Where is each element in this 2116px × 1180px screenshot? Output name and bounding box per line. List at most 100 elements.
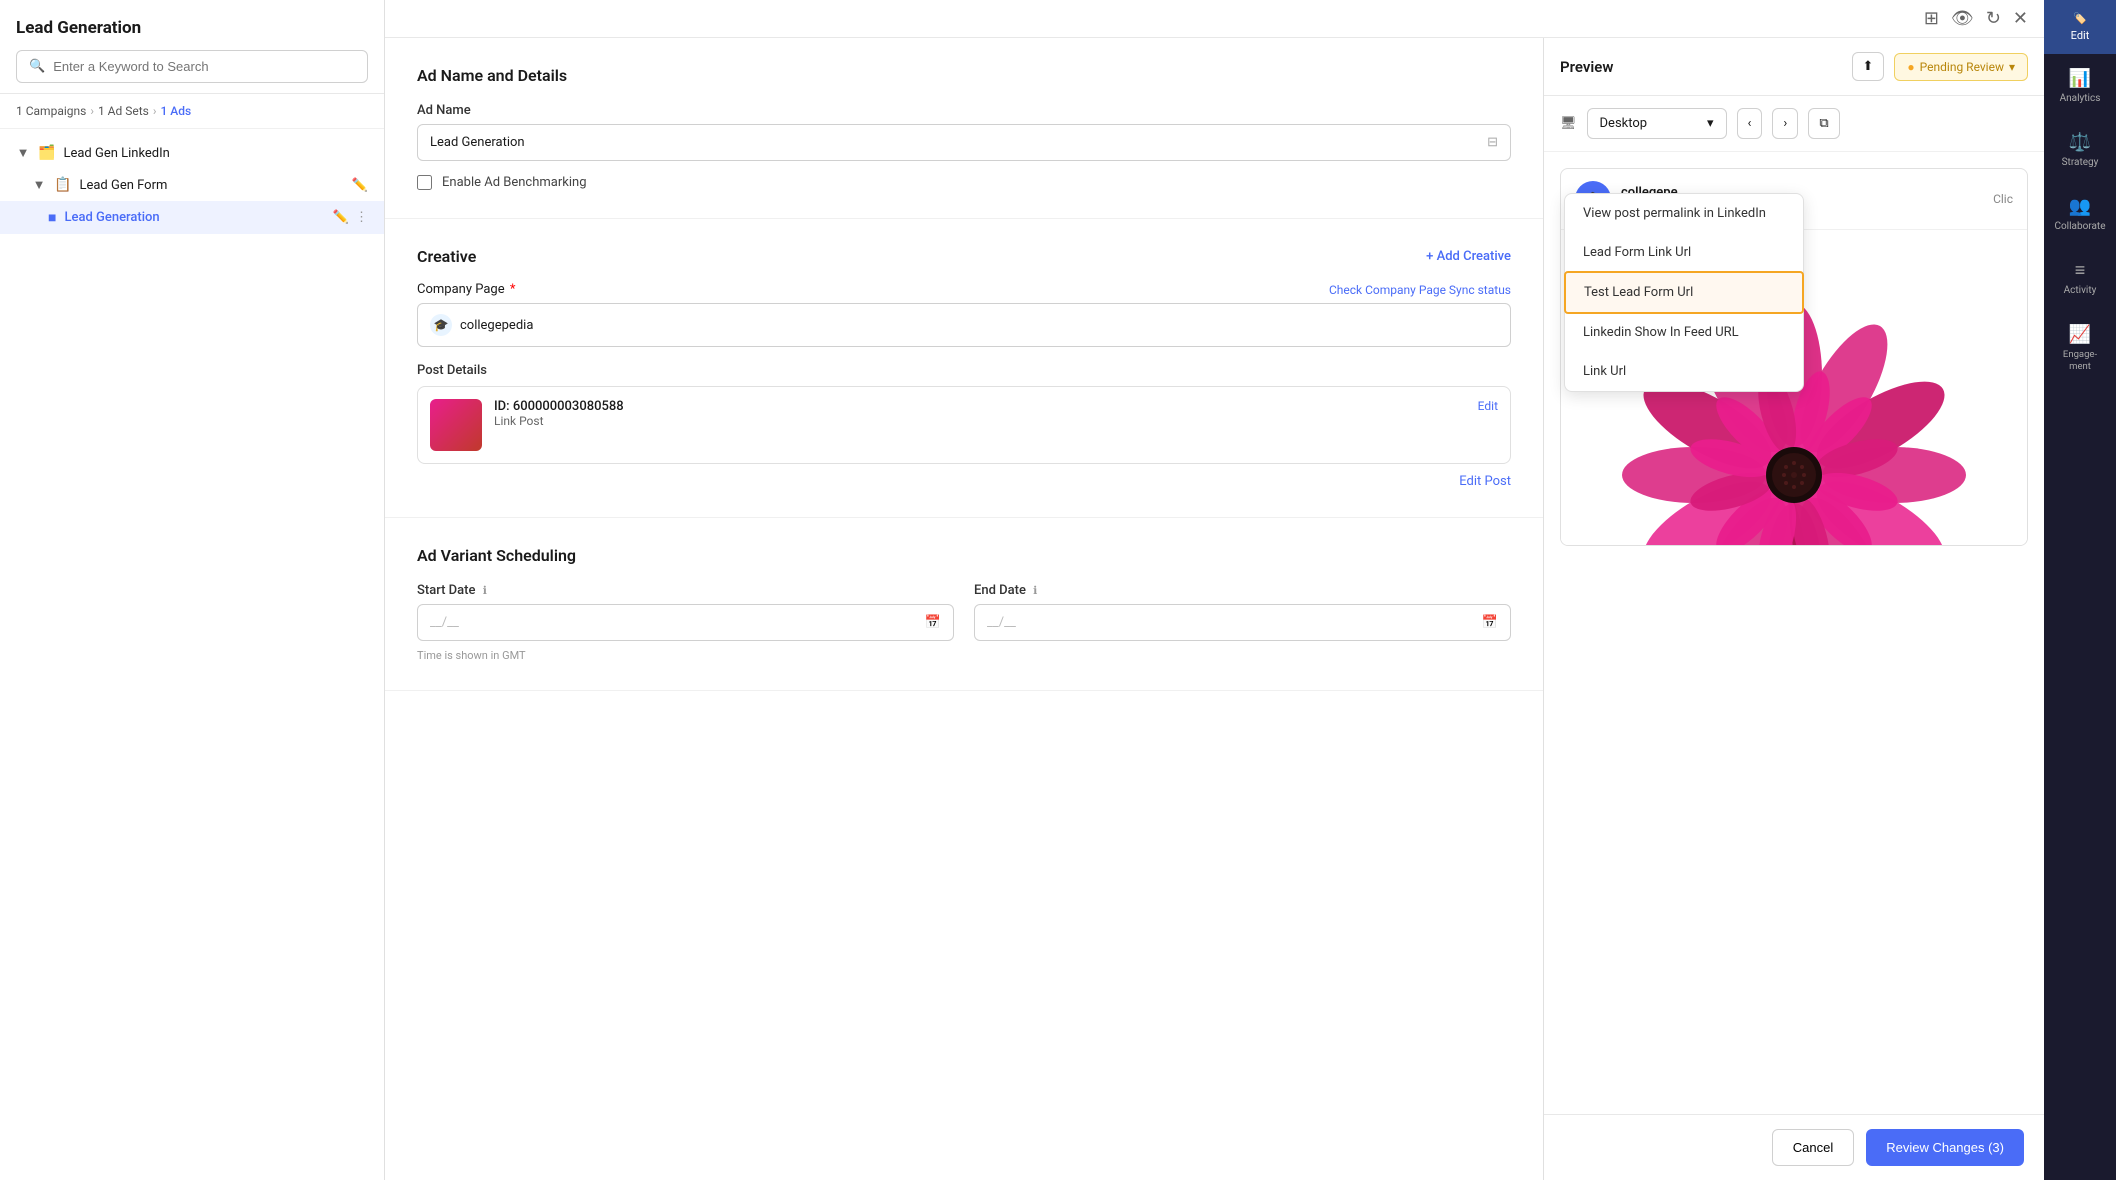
right-sidebar: 🏷️ Edit 📊 Analytics ⚖️ Strategy 👥 Collab… [2044, 0, 2116, 1180]
tree-toggle-adset[interactable]: ▼ [32, 177, 46, 193]
company-page-label: Company Page * [417, 282, 515, 297]
company-avatar: 🎓 [430, 314, 452, 336]
form-section-title: Ad Name and Details [417, 66, 1511, 85]
adset-icon: 📋 [54, 177, 71, 193]
tree-toggle-campaign[interactable]: ▼ [16, 145, 30, 161]
sidebar-item-strategy[interactable]: ⚖️ Strategy [2044, 118, 2116, 182]
calendar-icon-start: 📅 [925, 615, 941, 630]
dropdown-permalink[interactable]: View post permalink in LinkedIn [1565, 194, 1803, 233]
preview-eye-icon[interactable]: 👁 [1951, 8, 1974, 29]
cancel-button[interactable]: Cancel [1772, 1129, 1854, 1166]
preview-controls: 🖥 Desktop ▾ ‹ › ⧉ [1544, 96, 2044, 152]
next-button[interactable]: › [1772, 108, 1798, 139]
tree-campaign[interactable]: ▼ 🗂️ Lead Gen LinkedIn [0, 137, 384, 169]
breadcrumb: 1 Campaigns › 1 Ad Sets › 1 Ads [0, 94, 384, 129]
engagement-label: Engage-ment [2063, 349, 2097, 374]
tree-adset[interactable]: ▼ 📋 Lead Gen Form ✏️ [0, 169, 384, 201]
end-date-input[interactable]: __/__ 📅 [974, 604, 1511, 641]
breadcrumb-ad-sets[interactable]: 1 Ad Sets [98, 104, 149, 118]
tree-ad[interactable]: ■ Lead Generation ✏️ ⋮ [0, 201, 384, 234]
sidebar-item-engagement[interactable]: 📈 Engage-ment [2044, 310, 2116, 388]
device-label: Desktop [1600, 116, 1648, 131]
ad-name-input[interactable]: Lead Generation ⊟ [417, 124, 1511, 161]
start-date-value: __/__ [430, 615, 459, 630]
breadcrumb-ads[interactable]: 1 Ads [160, 104, 191, 118]
prev-button[interactable]: ‹ [1737, 108, 1763, 139]
creative-section: Creative + Add Creative Company Page * C… [385, 219, 1543, 518]
ad-name-section: Ad Name and Details Ad Name Lead Generat… [385, 38, 1543, 219]
benchmark-label: Enable Ad Benchmarking [442, 175, 587, 190]
add-creative-button[interactable]: + Add Creative [1426, 249, 1511, 264]
activity-icon: ≡ [2075, 260, 2086, 281]
sidebar-item-analytics[interactable]: 📊 Analytics [2044, 54, 2116, 118]
ad-more-icon[interactable]: ⋮ [355, 210, 368, 225]
scheduling-title: Ad Variant Scheduling [417, 546, 1511, 565]
status-badge: ● Pending Review ▾ [1894, 53, 2028, 81]
analytics-label: Analytics [2060, 93, 2101, 104]
edit-label: Edit [2071, 29, 2090, 42]
close-icon[interactable]: ✕ [2013, 8, 2028, 29]
sidebar-item-activity[interactable]: ≡ Activity [2044, 246, 2116, 310]
company-name: collegepedia [460, 318, 533, 333]
device-select[interactable]: Desktop ▾ [1587, 108, 1727, 139]
end-info-icon: ℹ [1033, 584, 1037, 597]
post-id: ID: 600000003080588 [494, 399, 1466, 414]
upload-button[interactable]: ⬆ [1852, 52, 1885, 81]
engagement-icon: 📈 [2069, 324, 2091, 345]
strategy-label: Strategy [2062, 157, 2099, 168]
time-note: Time is shown in GMT [417, 649, 1511, 662]
company-avatar-icon: 🎓 [434, 318, 449, 332]
calendar-icon-end: 📅 [1482, 615, 1498, 630]
start-date-input[interactable]: __/__ 📅 [417, 604, 954, 641]
benchmark-checkbox[interactable] [417, 175, 432, 190]
post-thumbnail [430, 399, 482, 451]
device-chevron: ▾ [1707, 116, 1714, 131]
main-body: Ad Name and Details Ad Name Lead Generat… [385, 38, 2044, 1180]
required-indicator: * [510, 282, 516, 297]
sidebar-item-collaborate[interactable]: 👥 Collaborate [2044, 182, 2116, 246]
check-sync-link[interactable]: Check Company Page Sync status [1329, 283, 1511, 297]
edit-post-row: Edit Post [417, 474, 1511, 489]
creative-header: Creative + Add Creative [417, 247, 1511, 266]
dropdown-lead-form-link[interactable]: Lead Form Link Url [1565, 233, 1803, 272]
refresh-icon[interactable]: ↻ [1986, 8, 2001, 29]
search-input[interactable] [53, 59, 355, 74]
form-panel: Ad Name and Details Ad Name Lead Generat… [385, 38, 1544, 1180]
ad-clic-label: Clic [1993, 192, 2013, 206]
status-label: Pending Review [1920, 60, 2004, 74]
end-date-col: End Date ℹ __/__ 📅 [974, 583, 1511, 641]
start-info-icon: ℹ [483, 584, 487, 597]
preview-title: Preview [1560, 58, 1613, 76]
dropdown-link-url[interactable]: Link Url [1565, 352, 1803, 391]
review-changes-button[interactable]: Review Changes (3) [1866, 1129, 2024, 1166]
post-edit-button[interactable]: Edit [1478, 399, 1498, 413]
breadcrumb-campaigns[interactable]: 1 Campaigns [16, 104, 86, 118]
edit-post-link[interactable]: Edit Post [1459, 474, 1511, 489]
dropdown-linkedin-show[interactable]: Linkedin Show In Feed URL [1565, 313, 1803, 352]
top-toolbar: ⊞ 👁 ↻ ✕ [385, 0, 2044, 38]
start-date-col: Start Date ℹ __/__ 📅 [417, 583, 954, 641]
ad-icon: ■ [48, 209, 56, 226]
ad-edit-icon[interactable]: ✏️ [333, 210, 349, 225]
sidebar-edit-section: 🏷️ Edit [2044, 0, 2116, 54]
breadcrumb-sep-2: › [153, 104, 157, 118]
preview-header: Preview ⬆ ● Pending Review ▾ [1544, 38, 2044, 96]
company-input[interactable]: 🎓 collegepedia [417, 303, 1511, 347]
dropdown-menu: View post permalink in LinkedIn Lead For… [1564, 193, 1804, 392]
preview-actions: ⬆ ● Pending Review ▾ [1852, 52, 2029, 81]
tree-area: ▼ 🗂️ Lead Gen LinkedIn ▼ 📋 Lead Gen Form… [0, 129, 384, 1180]
status-dot: ● [1907, 60, 1914, 74]
adset-actions: ✏️ [352, 178, 368, 193]
left-header: Lead Generation 🔍 [0, 0, 384, 94]
copy-button[interactable]: ⧉ [1808, 108, 1839, 139]
campaign-icon: 🗂️ [38, 145, 55, 161]
benchmark-row: Enable Ad Benchmarking [417, 175, 1511, 190]
post-details-label: Post Details [417, 363, 1511, 378]
company-label-row: Company Page * Check Company Page Sync s… [417, 282, 1511, 297]
strategy-icon: ⚖️ [2069, 132, 2091, 153]
dropdown-test-lead-form[interactable]: Test Lead Form Url [1564, 271, 1804, 314]
adset-edit-icon[interactable]: ✏️ [352, 178, 368, 193]
layout-icon[interactable]: ⊞ [1924, 8, 1939, 29]
page-title: Lead Generation [16, 18, 368, 38]
main-content: ⊞ 👁 ↻ ✕ Ad Name and Details Ad Name Lead… [385, 0, 2044, 1180]
